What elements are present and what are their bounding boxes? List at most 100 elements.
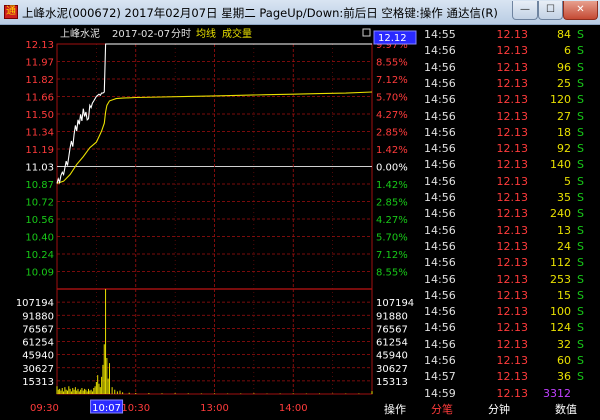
tape-volume: 100: [550, 305, 571, 319]
tape-volume: 120: [550, 93, 571, 107]
time-tick-label: 10:30: [121, 403, 150, 414]
tape-price: 12.13: [496, 142, 529, 156]
tape-volume: 15: [557, 288, 571, 302]
tape-direction: S: [577, 370, 584, 384]
volume-tick-label-right: 45940: [376, 351, 408, 362]
tape-row[interactable]: 14:56 12.13 253 S: [418, 271, 600, 288]
tape-row[interactable]: 14:56 12.13 96 S: [418, 59, 600, 76]
volume-tick-label: 76567: [22, 324, 54, 335]
tape-direction: S: [577, 191, 584, 204]
tape-row[interactable]: 14:56 12.13 60 S: [418, 352, 600, 369]
price-tick-label: 11.19: [25, 145, 54, 156]
cursor-time-label: 10:07: [92, 403, 121, 414]
pct-tick-label: 7.12%: [376, 75, 408, 86]
price-tick-label: 10.40: [25, 233, 54, 244]
tape-volume: 84: [557, 28, 571, 41]
tape-time: 14:56: [424, 76, 456, 90]
window-title: 上峰水泥(000672) 2017年02月07日 星期二 PageUp/Down…: [22, 6, 498, 20]
volume-tick-label-right: 76567: [376, 324, 408, 335]
tape-row[interactable]: 14:56 12.13 140 S: [418, 156, 600, 173]
ops-button[interactable]: 操作: [372, 400, 418, 420]
tape-time: 14:56: [424, 223, 456, 237]
tick-tape[interactable]: 14:55 12.13 84 S 14:56 12.13 6 S 14:56 12.13 96 S 14…: [418, 25, 600, 400]
tape-price: 12.13: [496, 109, 529, 123]
tape-row[interactable]: 14:56 12.13 5 S: [418, 173, 600, 190]
tape-row[interactable]: 14:56 12.13 13 S: [418, 222, 600, 239]
time-tick-label: 14:00: [279, 403, 308, 414]
tape-row[interactable]: 14:56 12.13 92 S: [418, 140, 600, 157]
price-tick-label: 10.56: [25, 215, 54, 226]
tape-direction: S: [577, 76, 584, 90]
tape-volume: 140: [550, 158, 571, 172]
tape-price: 12.13: [496, 305, 529, 319]
pct-tick-label: 8.55%: [376, 58, 408, 69]
close-button[interactable]: ✕: [563, 1, 598, 20]
tape-row[interactable]: 14:56 12.13 24 S: [418, 238, 600, 255]
volume-tick-label: 107194: [16, 298, 54, 309]
tape-volume: 27: [557, 109, 571, 123]
value-tab[interactable]: 数值: [532, 400, 600, 420]
tick-tab[interactable]: 分笔: [418, 400, 466, 420]
minute-tab[interactable]: 分钟: [466, 400, 532, 420]
tape-row[interactable]: 14:56 12.13 25 S: [418, 75, 600, 92]
tape-time: 14:55: [424, 28, 456, 41]
tape-row[interactable]: 14:56 12.13 35 S: [418, 189, 600, 206]
tape-row[interactable]: 14:56 12.13 100 S: [418, 303, 600, 320]
tape-volume: 24: [557, 239, 571, 253]
tape-time: 14:56: [424, 125, 456, 139]
pct-tick-label: 1.42%: [376, 180, 408, 191]
volume-tick-label: 15313: [22, 377, 54, 388]
tape-volume: 35: [557, 191, 571, 204]
tape-direction: S: [577, 321, 584, 335]
cursor-price-label: 12.12: [378, 33, 407, 44]
tape-row[interactable]: 14:56 12.13 124 S: [418, 319, 600, 336]
pct-tick-label: 0.00%: [376, 163, 408, 174]
tape-direction: S: [577, 93, 584, 107]
tape-row[interactable]: 14:56 12.13 15 S: [418, 287, 600, 304]
pct-tick-label: 4.27%: [376, 215, 408, 226]
volume-tick-label-right: 15313: [376, 377, 408, 388]
tape-row[interactable]: 14:56 12.13 240 S: [418, 205, 600, 222]
tape-row[interactable]: 14:56 12.13 27 S: [418, 108, 600, 125]
tape-price: 12.13: [496, 28, 529, 41]
scale-toggle-icon[interactable]: [362, 28, 371, 37]
tape-row[interactable]: 14:56 12.13 112 S: [418, 254, 600, 271]
volume-tick-label-right: 91880: [376, 311, 408, 322]
price-tick-label: 11.50: [25, 110, 54, 121]
pct-tick-label: 8.55%: [376, 268, 408, 279]
tape-row[interactable]: 14:56 12.13 18 S: [418, 124, 600, 141]
tape-time: 14:56: [424, 288, 456, 302]
tape-direction: S: [577, 28, 584, 41]
tape-volume: 96: [557, 60, 571, 74]
intraday-chart-panel[interactable]: 12.13 9.97% 11.97 8.55% 11.82 7.12% 11.66 5.70%…: [0, 25, 418, 420]
minimize-button[interactable]: —: [512, 1, 538, 20]
volume-tick-label: 91880: [22, 311, 54, 322]
intraday-chart[interactable]: 12.13 9.97%11.97 8.55%11.82 7.12%11.66 5.70%…: [0, 25, 418, 420]
tape-row[interactable]: 14:56 12.13 32 S: [418, 336, 600, 353]
tape-volume: 240: [550, 207, 571, 221]
tape-time: 14:56: [424, 60, 456, 74]
tape-direction: S: [577, 272, 584, 286]
tape-volume: 124: [550, 321, 571, 335]
app-icon[interactable]: 通: [4, 5, 18, 19]
tape-volume: 32: [557, 337, 571, 351]
tape-volume: 112: [550, 256, 571, 270]
tape-row[interactable]: 14:56 12.13 120 S: [418, 91, 600, 108]
volume-legend-label: 成交量: [222, 27, 252, 40]
pct-tick-label: 4.27%: [376, 110, 408, 121]
tape-row[interactable]: 14:55 12.13 84 S: [418, 26, 600, 43]
tape-direction: S: [577, 207, 584, 221]
volume-tick-label-right: 107194: [376, 298, 414, 309]
price-tick-label: 11.66: [25, 93, 54, 104]
tape-price: 12.13: [496, 191, 529, 204]
tape-price: 12.13: [496, 288, 529, 302]
maximize-button[interactable]: ☐: [538, 1, 563, 20]
tape-button-bar: 操作 分笔 分钟 数值: [372, 400, 600, 420]
price-tick-label: 10.87: [25, 180, 54, 191]
tape-time: 14:56: [424, 191, 456, 204]
tape-row[interactable]: 14:56 12.13 6 S: [418, 42, 600, 59]
tape-volume: 253: [550, 272, 571, 286]
tape-row[interactable]: 14:57 12.13 36 S: [418, 368, 600, 385]
volume-tick-label-right: 61254: [376, 338, 408, 349]
tape-time: 14:56: [424, 321, 456, 335]
